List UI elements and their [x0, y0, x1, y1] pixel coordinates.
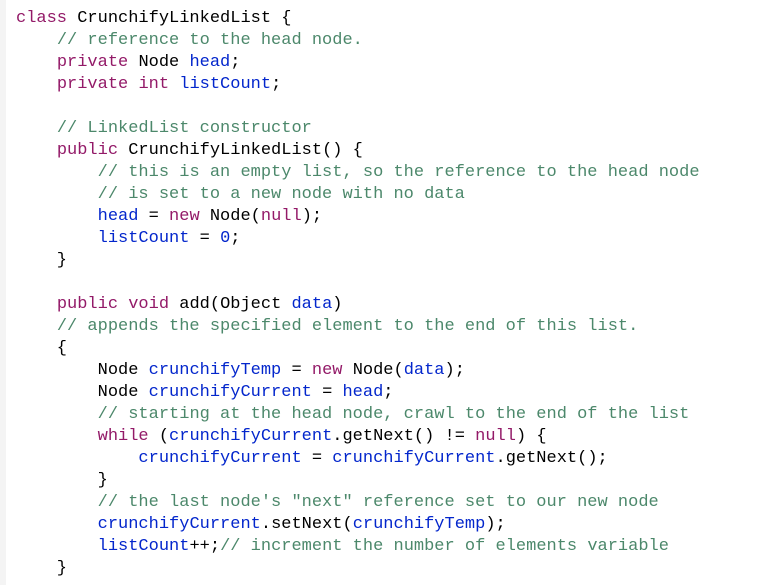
param-data: data — [404, 361, 445, 380]
field-head: head — [189, 53, 230, 72]
keyword-while: while — [98, 427, 149, 446]
var-crunchifyCurrent: crunchifyCurrent — [169, 427, 332, 446]
type-node: Node — [98, 361, 139, 380]
keyword-public: public — [57, 295, 118, 314]
comment: // starting at the head node, crawl to t… — [98, 405, 690, 424]
type-object: Object — [220, 295, 281, 314]
comment: // the last node's "next" reference set … — [98, 493, 659, 512]
var-crunchifyCurrent: crunchifyCurrent — [332, 449, 495, 468]
number-zero: 0 — [220, 229, 230, 248]
keyword-new: new — [169, 207, 200, 226]
editor-gutter — [0, 0, 6, 585]
comment: // LinkedList constructor — [57, 119, 312, 138]
var-crunchifyCurrent: crunchifyCurrent — [98, 515, 261, 534]
method-setNext: setNext — [271, 515, 342, 534]
method-getNext: getNext — [342, 427, 413, 446]
field-listCount: listCount — [98, 537, 190, 556]
keyword-null: null — [261, 207, 302, 226]
comment: // is set to a new node with no data — [98, 185, 465, 204]
var-crunchifyCurrent: crunchifyCurrent — [149, 383, 312, 402]
constructor-name: CrunchifyLinkedList — [128, 141, 322, 160]
method-getNext: getNext — [506, 449, 577, 468]
comment: // appends the specified element to the … — [57, 317, 639, 336]
keyword-private: private — [57, 75, 128, 94]
type-node: Node — [353, 361, 394, 380]
keyword-new: new — [312, 361, 343, 380]
type-node: Node — [210, 207, 251, 226]
code-block: class CrunchifyLinkedList { // reference… — [0, 0, 768, 585]
keyword-private: private — [57, 53, 128, 72]
keyword-void: void — [128, 295, 169, 314]
field-listCount: listCount — [98, 229, 190, 248]
comment: // this is an empty list, so the referen… — [98, 163, 700, 182]
var-crunchifyCurrent: crunchifyCurrent — [138, 449, 301, 468]
type-node: Node — [138, 53, 179, 72]
keyword-null: null — [475, 427, 516, 446]
field-listCount: listCount — [179, 75, 271, 94]
var-crunchifyTemp: crunchifyTemp — [149, 361, 282, 380]
field-head: head — [342, 383, 383, 402]
keyword-public: public — [57, 141, 118, 160]
var-crunchifyTemp: crunchifyTemp — [353, 515, 486, 534]
method-add: add — [179, 295, 210, 314]
keyword-int: int — [138, 75, 169, 94]
field-head: head — [98, 207, 139, 226]
comment: // increment the number of elements vari… — [220, 537, 669, 556]
keyword-class: class — [16, 9, 67, 28]
class-name: CrunchifyLinkedList — [77, 9, 271, 28]
param-data: data — [291, 295, 332, 314]
type-node: Node — [98, 383, 139, 402]
comment: // reference to the head node. — [57, 31, 363, 50]
